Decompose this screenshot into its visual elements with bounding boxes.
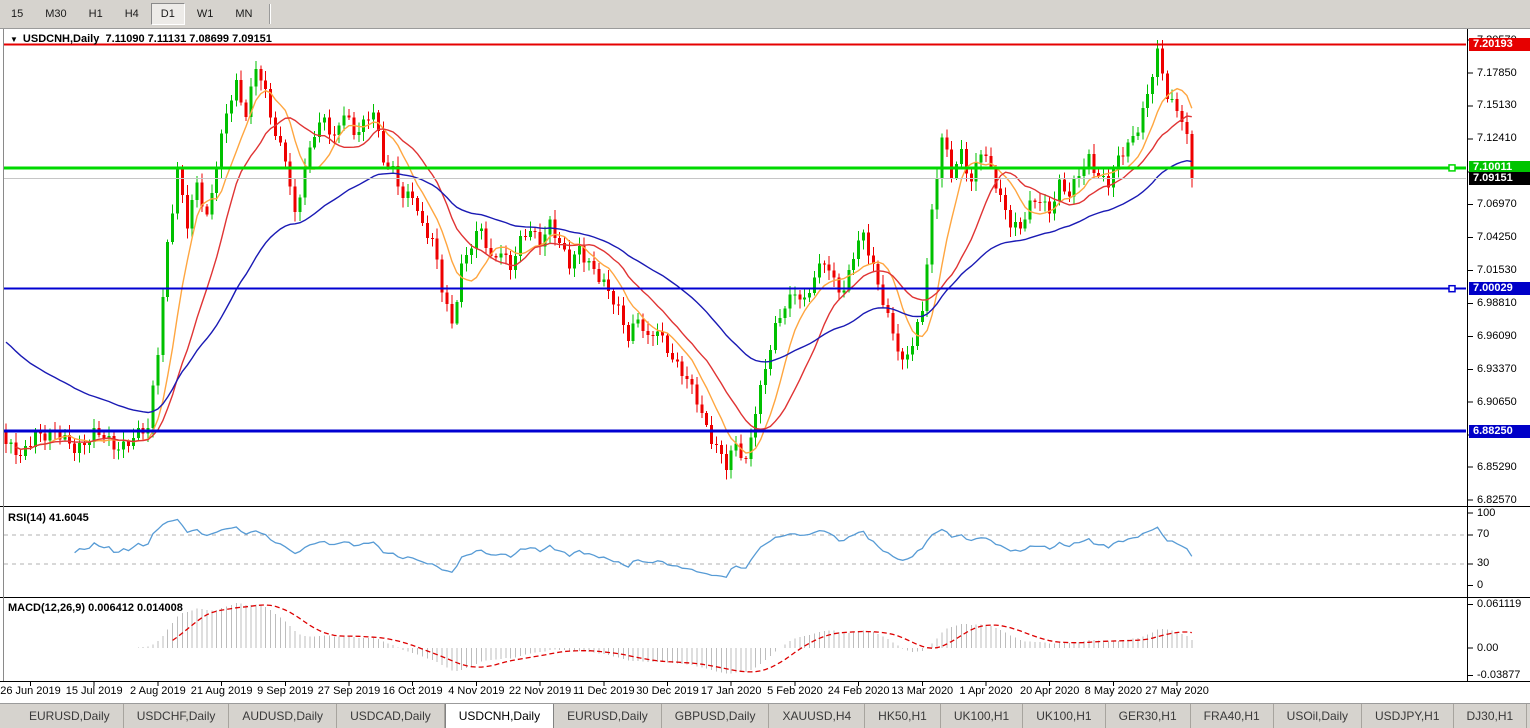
price-tick-label: 7.01530 bbox=[1477, 264, 1517, 277]
tab-usdcnh-daily[interactable]: USDCNH,Daily bbox=[445, 704, 554, 728]
price-tick-label: 7.06970 bbox=[1477, 198, 1517, 211]
tab-usdcad-daily[interactable]: USDCAD,Daily bbox=[337, 704, 445, 728]
line-handle[interactable] bbox=[1449, 286, 1455, 292]
timeframe-button-mn[interactable]: MN bbox=[225, 3, 262, 25]
tab-uk100-h1[interactable]: UK100,H1 bbox=[1023, 704, 1105, 728]
date-tick-label: 27 Sep 2019 bbox=[318, 685, 380, 697]
chart-canvas[interactable] bbox=[0, 0, 1530, 728]
tab-xauusd-h4[interactable]: XAUUSD,H4 bbox=[769, 704, 865, 728]
timeframe-button-w1[interactable]: W1 bbox=[187, 3, 224, 25]
timeframe-button-15[interactable]: 15 bbox=[1, 3, 33, 25]
tab-hk50-h1[interactable]: HK50,H1 bbox=[865, 704, 941, 728]
tab-usdchf-daily[interactable]: USDCHF,Daily bbox=[124, 704, 230, 728]
price-badge-6.88250: 6.88250 bbox=[1469, 425, 1530, 438]
date-tick-label: 8 May 2020 bbox=[1085, 685, 1142, 697]
date-tick-label: 26 Jun 2019 bbox=[0, 685, 61, 697]
date-tick-label: 24 Feb 2020 bbox=[828, 685, 890, 697]
chevron-down-icon: ▼ bbox=[10, 35, 18, 44]
date-tick-label: 27 May 2020 bbox=[1145, 685, 1209, 697]
date-tick-label: 4 Nov 2019 bbox=[448, 685, 504, 697]
price-tick-label: 7.17850 bbox=[1477, 67, 1517, 80]
chart-symbol-label: USDCNH,Daily bbox=[23, 33, 99, 45]
date-tick-label: 1 Apr 2020 bbox=[959, 685, 1012, 697]
symbol-tab-bar: EURUSD,DailyUSDCHF,DailyAUDUSD,DailyUSDC… bbox=[0, 703, 1530, 728]
rsi-tick-label: 70 bbox=[1477, 528, 1489, 541]
tab-fra40-h1[interactable]: FRA40,H1 bbox=[1191, 704, 1274, 728]
price-tick-label: 6.96090 bbox=[1477, 330, 1517, 343]
price-tick-label: 7.15130 bbox=[1477, 99, 1517, 112]
rsi-pane-label: RSI(14) 41.6045 bbox=[8, 512, 89, 524]
date-tick-label: 15 Jul 2019 bbox=[66, 685, 123, 697]
price-tick-label: 7.04250 bbox=[1477, 231, 1517, 244]
date-tick-label: 5 Feb 2020 bbox=[767, 685, 823, 697]
tab-uk100-h1[interactable]: UK100,H1 bbox=[941, 704, 1023, 728]
timeframe-button-d1[interactable]: D1 bbox=[151, 3, 185, 25]
date-tick-label: 20 Apr 2020 bbox=[1020, 685, 1079, 697]
price-badge-7.00029: 7.00029 bbox=[1469, 282, 1530, 295]
tab-dj30-h1[interactable]: DJ30,H1 bbox=[1454, 704, 1528, 728]
tab-audusd-daily[interactable]: AUDUSD,Daily bbox=[229, 704, 337, 728]
rsi-tick-label: 30 bbox=[1477, 557, 1489, 570]
rsi-tick-label: 100 bbox=[1477, 507, 1495, 520]
price-badge-7.20193: 7.20193 bbox=[1469, 38, 1530, 51]
chart-title: ▼ USDCNH,Daily 7.11090 7.11131 7.08699 7.… bbox=[10, 33, 272, 45]
macd-pane-label: MACD(12,26,9) 0.006412 0.014008 bbox=[8, 602, 183, 614]
chart-ohlc-values: 7.11090 7.11131 7.08699 7.09151 bbox=[105, 33, 271, 45]
toolbar-separator bbox=[269, 4, 271, 24]
tab-ger30-h1[interactable]: GER30,H1 bbox=[1106, 704, 1191, 728]
price-tick-label: 6.85290 bbox=[1477, 461, 1517, 474]
date-tick-label: 9 Sep 2019 bbox=[257, 685, 313, 697]
price-tick-label: 6.90650 bbox=[1477, 396, 1517, 409]
line-handle[interactable] bbox=[1449, 165, 1455, 171]
date-tick-label: 30 Dec 2019 bbox=[636, 685, 698, 697]
tab-eurusd-daily[interactable]: EURUSD,Daily bbox=[16, 704, 124, 728]
macd-tick-label: 0.061119 bbox=[1477, 598, 1521, 611]
price-tick-label: 6.98810 bbox=[1477, 297, 1517, 310]
price-tick-label: 6.82570 bbox=[1477, 494, 1517, 507]
date-tick-label: 11 Dec 2019 bbox=[573, 685, 635, 697]
price-tick-label: 6.93370 bbox=[1477, 363, 1517, 376]
tab-eurusd-daily[interactable]: EURUSD,Daily bbox=[554, 704, 662, 728]
tab-usdjpy-h1[interactable]: USDJPY,H1 bbox=[1362, 704, 1453, 728]
timeframe-button-h1[interactable]: H1 bbox=[79, 3, 113, 25]
tab-gbpusd-daily[interactable]: GBPUSD,Daily bbox=[662, 704, 770, 728]
timeframe-button-m30[interactable]: M30 bbox=[35, 3, 76, 25]
date-tick-label: 16 Oct 2019 bbox=[383, 685, 443, 697]
date-tick-label: 2 Aug 2019 bbox=[130, 685, 186, 697]
macd-tick-label: -0.03877 bbox=[1477, 669, 1520, 682]
rsi-tick-label: 0 bbox=[1477, 579, 1483, 592]
trading-terminal-window: 15M30H1H4D1W1MN ▼ USDCNH,Daily 7.11090 7.… bbox=[0, 0, 1530, 728]
price-badge-7.09151: 7.09151 bbox=[1469, 172, 1530, 185]
timeframe-button-h4[interactable]: H4 bbox=[115, 3, 149, 25]
date-tick-label: 22 Nov 2019 bbox=[509, 685, 571, 697]
date-tick-label: 21 Aug 2019 bbox=[191, 685, 253, 697]
timeframe-toolbar: 15M30H1H4D1W1MN bbox=[0, 0, 1530, 29]
price-tick-label: 7.12410 bbox=[1477, 132, 1517, 145]
date-tick-label: 17 Jan 2020 bbox=[701, 685, 762, 697]
date-tick-label: 13 Mar 2020 bbox=[891, 685, 953, 697]
tab-usoil-daily[interactable]: USOil,Daily bbox=[1274, 704, 1362, 728]
macd-tick-label: 0.00 bbox=[1477, 642, 1498, 655]
